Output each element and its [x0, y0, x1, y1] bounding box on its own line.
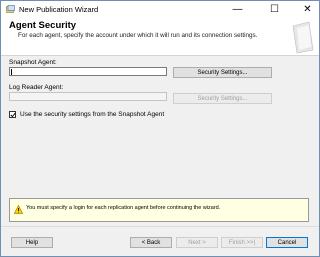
help-button[interactable]: Help: [11, 237, 53, 248]
next-button[interactable]: Next >: [176, 237, 218, 248]
checkmark-icon: [10, 112, 16, 118]
warning-icon: [14, 205, 23, 214]
minimize-button[interactable]: —: [226, 1, 249, 18]
warning-message-box: You must specify a login for each replic…: [9, 198, 309, 222]
log-reader-agent-label: Log Reader Agent:: [9, 84, 64, 91]
use-snapshot-settings-label[interactable]: Use the security settings from the Snaps…: [20, 111, 164, 118]
title-bar: New Publication Wizard — ☐ ✕: [1, 1, 319, 18]
page-title: Agent Security: [9, 20, 77, 31]
log-reader-agent-field[interactable]: [9, 92, 167, 101]
minimize-icon: —: [232, 4, 243, 15]
wizard-app-icon: [6, 5, 15, 13]
finish-button[interactable]: Finish >>|: [221, 237, 263, 248]
close-icon: ✕: [303, 4, 312, 15]
wizard-banner-icon: [292, 21, 314, 54]
page-subtitle: For each agent, specify the account unde…: [18, 32, 258, 39]
warning-text: You must specify a login for each replic…: [26, 205, 221, 211]
wizard-window: New Publication Wizard — ☐ ✕ Agent Secur…: [0, 0, 320, 257]
window-title: New Publication Wizard: [19, 5, 99, 14]
footer-divider: [1, 226, 319, 227]
snapshot-security-settings-button[interactable]: Security Settings...: [173, 67, 272, 78]
snapshot-agent-label: Snapshot Agent:: [9, 59, 57, 66]
use-snapshot-settings-checkbox[interactable]: [9, 111, 16, 118]
close-button[interactable]: ✕: [296, 1, 319, 18]
log-reader-security-settings-button[interactable]: Security Settings...: [173, 93, 272, 104]
snapshot-agent-field[interactable]: [9, 67, 167, 76]
text-caret: [11, 69, 12, 75]
maximize-button[interactable]: ☐: [263, 1, 286, 18]
wizard-header: Agent Security For each agent, specify t…: [1, 18, 319, 56]
back-button[interactable]: < Back: [130, 237, 172, 248]
cancel-button[interactable]: Cancel: [266, 237, 308, 248]
maximize-icon: ☐: [270, 4, 279, 15]
